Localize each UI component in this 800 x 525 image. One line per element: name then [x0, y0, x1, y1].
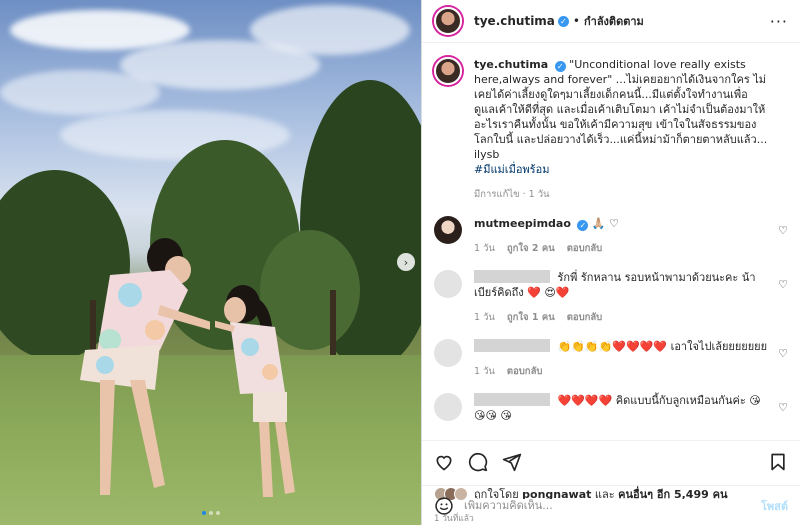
commenter-avatar[interactable]	[434, 339, 462, 367]
commenter-avatar[interactable]	[434, 270, 462, 298]
hashtag-link[interactable]: #มีแม่เมื่อพร้อม	[474, 163, 549, 176]
post-header: tye.chutima ✓ • กำลังติดตาม ···	[422, 0, 800, 43]
caption-username[interactable]: tye.chutima	[474, 58, 548, 71]
author-avatar[interactable]	[434, 57, 462, 85]
redacted-username	[474, 270, 550, 283]
comments-list: tye.chutima ✓ "Unconditional love really…	[422, 43, 800, 440]
comment-like-heart-icon[interactable]: ♡	[778, 224, 788, 237]
comment-item: ❤️❤️❤️❤️ คิดแบบนี้กับลูกเหมือนกันค่ะ 😘😘😘…	[434, 393, 788, 423]
post-side-panel: tye.chutima ✓ • กำลังติดตาม ··· tye.chut…	[421, 0, 800, 525]
carousel-dot	[208, 511, 213, 515]
verified-badge-icon: ✓	[554, 61, 566, 72]
post-photo[interactable]: ›	[0, 0, 421, 525]
comment-icon[interactable]	[468, 452, 488, 472]
carousel-dots	[0, 511, 421, 515]
cloud	[250, 5, 410, 55]
caption-text: "Unconditional love really exists here,a…	[474, 58, 768, 161]
comment-likes[interactable]: ถูกใจ 1 คน	[507, 310, 555, 325]
heart-icon[interactable]	[434, 452, 454, 472]
commenter-avatar[interactable]	[434, 393, 462, 421]
reply-button[interactable]: ตอบกลับ	[567, 241, 603, 256]
author-username[interactable]: tye.chutima	[474, 14, 555, 28]
comment-like-heart-icon[interactable]: ♡	[778, 347, 788, 360]
add-comment-bar: โพสต์	[422, 485, 800, 525]
author-avatar[interactable]	[434, 7, 462, 35]
mother-figure	[80, 238, 210, 495]
bookmark-icon[interactable]	[768, 452, 788, 472]
comment-time: 1 วัน	[474, 366, 495, 377]
carousel-dot	[201, 511, 206, 515]
redacted-username	[474, 393, 550, 406]
emoji-icon[interactable]	[434, 496, 454, 516]
comment-time: 1 วัน	[474, 243, 495, 254]
post-comment-button[interactable]: โพสต์	[761, 497, 788, 515]
comment-text: 👏👏👏👏❤️❤️❤️❤️ เอาใจไปเล้ยยยยยยย	[557, 340, 768, 353]
share-icon[interactable]	[502, 452, 522, 472]
reply-button[interactable]: ตอบกลับ	[567, 310, 603, 325]
chevron-right-icon: ›	[403, 255, 409, 269]
caption-edited-time: มีการแก้ไข · 1 วัน	[474, 189, 550, 200]
comment-text: 🙏🏼 ♡	[591, 217, 619, 230]
comment-item: รักพี่ รักหลาน รอบหน้าพามาด้วยนะคะ น้าเบ…	[434, 270, 788, 325]
more-horizontal-icon[interactable]: ···	[770, 12, 788, 31]
commenter-avatar[interactable]	[434, 216, 462, 244]
next-photo-button[interactable]: ›	[397, 253, 415, 271]
reply-button[interactable]: ตอบกลับ	[507, 364, 543, 379]
post-modal: › tye.chutima ✓ • กำลังติดตาม ··· tye.ch…	[0, 0, 800, 525]
carousel-dot	[215, 511, 220, 515]
comment-time: 1 วัน	[474, 312, 495, 323]
comment-item: 👏👏👏👏❤️❤️❤️❤️ เอาใจไปเล้ยยยยยยย 1 วัน ตอบ…	[434, 339, 788, 379]
comment-input[interactable]	[464, 499, 751, 512]
comment-like-heart-icon[interactable]: ♡	[778, 401, 788, 414]
verified-badge-icon: ✓	[577, 220, 589, 231]
following-button[interactable]: กำลังติดตาม	[584, 12, 644, 30]
caption: tye.chutima ✓ "Unconditional love really…	[434, 57, 788, 202]
comment-username[interactable]: mutmeepimdao	[474, 217, 571, 230]
comment-like-heart-icon[interactable]: ♡	[778, 278, 788, 291]
child-figure	[215, 285, 295, 497]
separator-dot: •	[572, 14, 580, 28]
grass	[0, 355, 421, 525]
verified-badge-icon: ✓	[557, 15, 569, 27]
comment-likes[interactable]: ถูกใจ 2 คน	[507, 241, 555, 256]
redacted-username	[474, 339, 550, 352]
cloud	[0, 70, 160, 115]
comment-item: mutmeepimdao ✓ 🙏🏼 ♡ 1 วัน ถูกใจ 2 คน ตอบ…	[434, 216, 788, 256]
